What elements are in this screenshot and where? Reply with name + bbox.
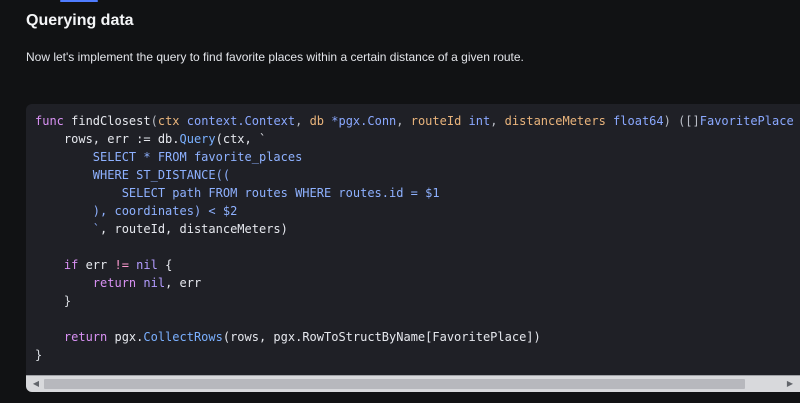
code-token: context.Context xyxy=(179,114,296,128)
code-token: != xyxy=(114,258,129,272)
code-line-13: return pgx.CollectRows(rows, pgx.RowToSt… xyxy=(35,328,794,346)
code-token: , routeId, distanceMeters) xyxy=(100,222,288,236)
code-token: *pgx.Conn xyxy=(324,114,397,128)
code-line-4: WHERE ST_DISTANCE(( xyxy=(35,168,231,182)
code-token: Query xyxy=(179,132,216,146)
scroll-thumb[interactable] xyxy=(44,379,746,389)
code-token: func xyxy=(35,114,64,128)
code-token: , xyxy=(396,114,411,128)
code-token: ) ([] xyxy=(663,114,700,128)
code-token: db xyxy=(309,114,325,128)
code-token: pgx. xyxy=(107,330,144,344)
code-line-10: return nil, err xyxy=(35,274,794,292)
top-accent-bar xyxy=(60,0,98,2)
scroll-left-icon[interactable]: ◀ xyxy=(28,376,44,392)
code-token: rows, err := db. xyxy=(35,132,180,146)
code-token: return xyxy=(35,330,108,344)
intro-paragraph: Now let's implement the query to find fa… xyxy=(26,50,524,64)
code-token: (ctx, ` xyxy=(215,132,267,146)
code-line-7: `, routeId, distanceMeters) xyxy=(35,220,794,238)
code-line-2: rows, err := db.Query(ctx, ` xyxy=(35,130,794,148)
code-line-6: ), coordinates) < $2 xyxy=(35,204,238,218)
horizontal-scrollbar[interactable]: ◀ ▶ xyxy=(26,375,800,392)
code-panel[interactable]: func findClosest(ctx context.Context, db… xyxy=(26,104,800,392)
code-token: CollectRows xyxy=(143,330,223,344)
code-line-5: SELECT path FROM routes WHERE routes.id … xyxy=(35,186,440,200)
code-token: distanceMeters xyxy=(504,114,606,128)
code-line-1: func findClosest(ctx context.Context, db… xyxy=(35,112,794,130)
code-token: if xyxy=(35,258,79,272)
code-token: ( xyxy=(150,114,158,128)
scroll-right-icon[interactable]: ▶ xyxy=(782,376,798,392)
code-block: func findClosest(ctx context.Context, db… xyxy=(35,112,794,364)
code-token: ctx xyxy=(157,114,180,128)
code-token: return xyxy=(35,276,137,290)
code-line-3: SELECT * FROM favorite_places xyxy=(35,150,303,164)
code-token: float64 xyxy=(605,114,664,128)
code-token: ` xyxy=(35,222,101,236)
code-line-9: if err != nil { xyxy=(35,256,794,274)
code-line-14: } xyxy=(35,348,43,362)
code-token: findClosest xyxy=(63,114,151,128)
code-viewport: func findClosest(ctx context.Context, db… xyxy=(26,104,800,374)
code-token: int xyxy=(461,114,491,128)
code-token: , xyxy=(490,114,505,128)
section-title: Querying data xyxy=(26,12,134,29)
code-token: , err xyxy=(165,276,202,290)
code-line-11: } xyxy=(35,294,72,308)
code-token: routeId xyxy=(410,114,462,128)
code-token: , xyxy=(295,114,310,128)
code-token: nil xyxy=(136,276,166,290)
code-token: (rows, pgx.RowToStructByName[FavoritePla… xyxy=(222,330,541,344)
code-token: err xyxy=(78,258,115,272)
code-token: nil xyxy=(128,258,158,272)
code-token: FavoritePlace xyxy=(699,114,794,128)
code-token: { xyxy=(157,258,173,272)
